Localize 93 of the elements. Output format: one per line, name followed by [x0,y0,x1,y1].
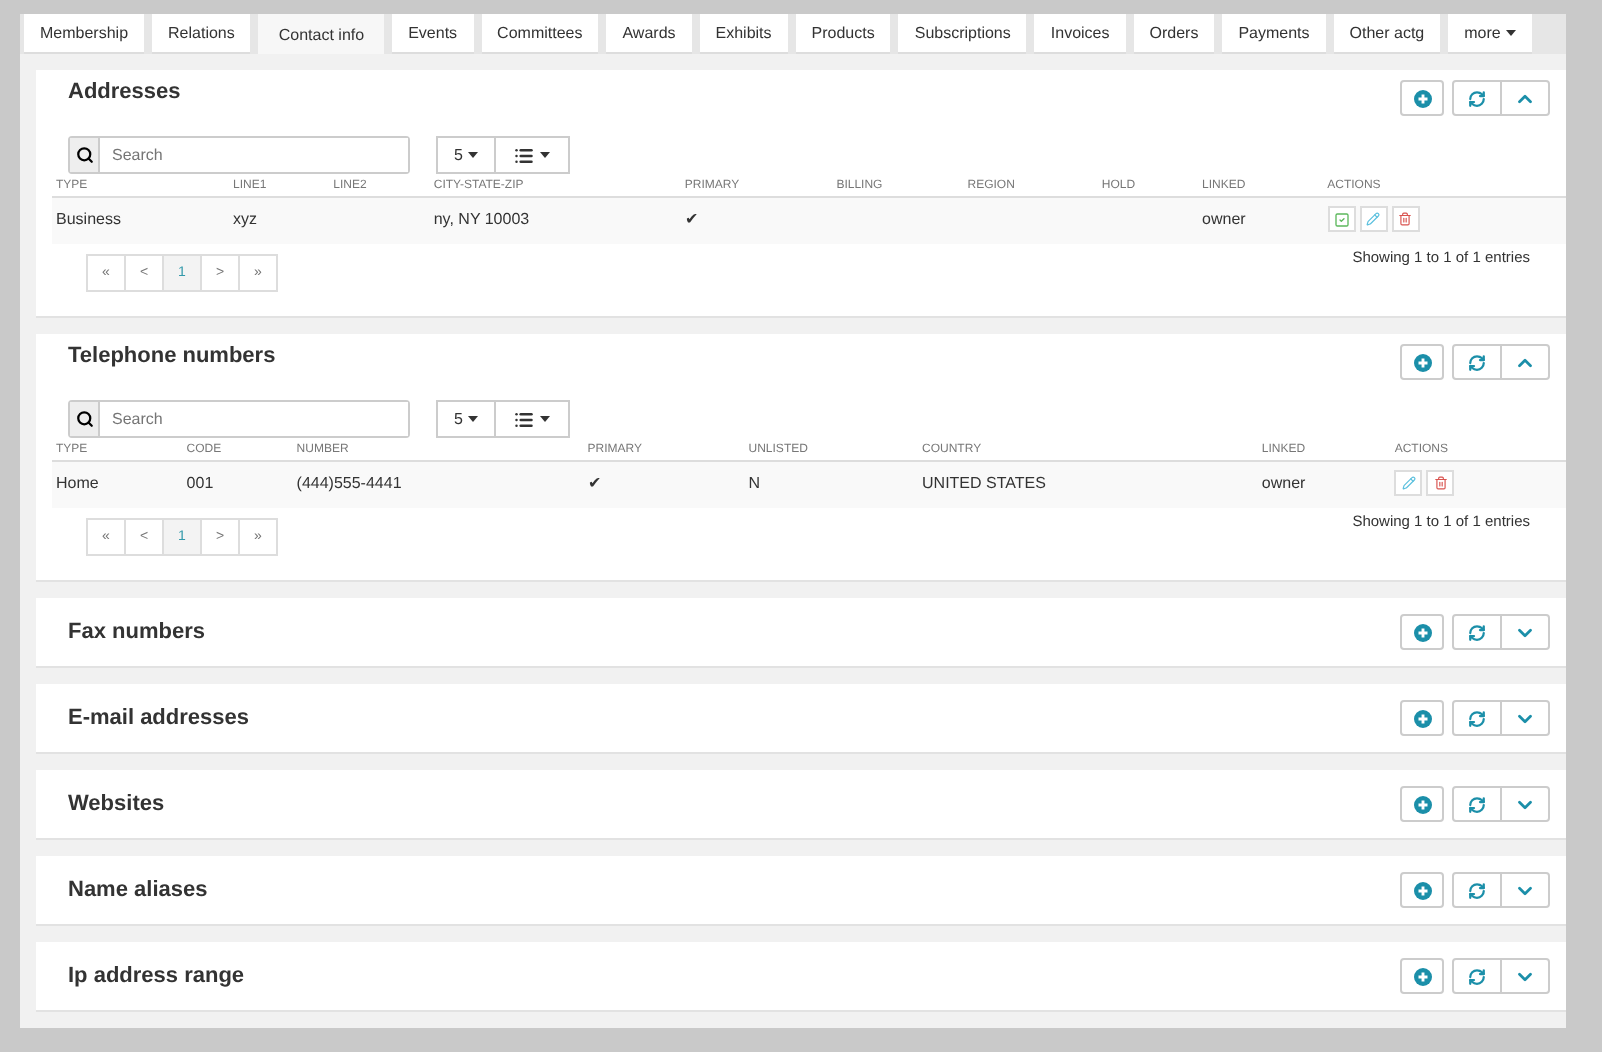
tab[interactable]: Products [795,14,891,54]
add-button[interactable] [1400,872,1444,908]
pencil-icon [1401,476,1416,490]
refresh-button[interactable] [1452,700,1502,736]
add-button[interactable] [1400,80,1444,116]
collapse-toggle[interactable] [1500,614,1550,650]
view-button[interactable] [1327,206,1356,232]
add-icon [1413,89,1431,107]
tab[interactable]: Membership [24,14,145,54]
refresh-button[interactable] [1452,614,1502,650]
table-cell: owner [1261,474,1306,492]
columns-dropdown[interactable] [494,400,571,438]
refresh-icon [1468,353,1486,371]
refresh-button[interactable] [1452,872,1502,908]
panel-title: Addresses [68,80,181,104]
refresh-icon [1468,795,1486,813]
add-button[interactable] [1400,700,1444,736]
collapse-toggle[interactable] [1500,958,1550,994]
page-size-dropdown[interactable]: 5 [436,136,497,174]
panel-title: Ip address range [68,964,245,988]
checkbox-icon [1333,211,1350,227]
table-cell: ✔ [587,474,602,492]
collapse-toggle[interactable] [1500,344,1550,380]
tab[interactable]: Exhibits [699,14,788,54]
trash-icon [1433,476,1448,490]
refresh-button[interactable] [1452,958,1502,994]
caret-icon [468,152,479,158]
panel-title: Name aliases [68,878,208,902]
refresh-icon [1468,967,1486,985]
tab[interactable]: Committees [481,14,599,54]
table-cell: xyz [232,210,257,228]
edit-button[interactable] [1359,206,1388,232]
add-icon [1413,795,1431,813]
table-cell: owner [1202,210,1246,228]
add-icon [1413,353,1431,371]
table-cell: Home [56,474,99,492]
add-icon [1413,623,1431,641]
refresh-icon [1468,89,1486,107]
delete-button[interactable] [1391,206,1420,232]
add-icon [1413,709,1431,727]
table-cell: 001 [186,474,214,492]
tab[interactable]: Payments [1222,14,1326,54]
trash-icon [1398,212,1413,226]
search-icon [75,146,93,164]
tab[interactable]: more [1448,14,1533,54]
table-cell: UNITED STATES [922,474,1046,492]
table-cell: ny, NY 10003 [433,210,530,228]
tab[interactable]: Relations [152,14,251,54]
panel-title: Telephone numbers [68,344,276,368]
refresh-icon [1468,709,1486,727]
pencil-icon [1366,212,1381,226]
refresh-button[interactable] [1452,80,1502,116]
panel-title: Fax numbers [68,620,205,644]
caret-icon [1506,30,1517,36]
tab[interactable]: Subscriptions [898,14,1027,54]
caret-icon [540,152,551,158]
panel-title: Websites [68,792,165,816]
add-icon [1413,967,1431,985]
caret-icon [468,416,479,422]
add-button[interactable] [1400,344,1444,380]
tab[interactable]: Contact info [258,14,385,54]
add-icon [1413,881,1431,899]
tab[interactable]: Orders [1133,14,1215,54]
table-cell: ✔ [684,210,699,228]
table-cell: N [748,474,761,492]
collapse-toggle[interactable] [1500,80,1550,116]
tab[interactable]: Events [392,14,474,54]
refresh-icon [1468,623,1486,641]
refresh-button[interactable] [1452,786,1502,822]
collapse-toggle[interactable] [1500,700,1550,736]
add-button[interactable] [1400,786,1444,822]
add-button[interactable] [1400,614,1444,650]
list-icon [514,145,535,165]
panel-title: E-mail addresses [68,706,249,730]
list-icon [514,409,535,429]
add-button[interactable] [1400,958,1444,994]
search-field[interactable]: Search [68,400,410,438]
edit-button[interactable] [1394,470,1423,496]
tab[interactable]: Awards [606,14,692,54]
refresh-icon [1468,881,1486,899]
tab[interactable]: Invoices [1034,14,1126,54]
table-cell: Business [56,210,121,228]
refresh-button[interactable] [1452,344,1502,380]
columns-dropdown[interactable] [494,136,571,174]
tab[interactable]: Other actg [1333,14,1441,54]
search-icon [75,410,93,428]
delete-button[interactable] [1426,470,1455,496]
page-size-dropdown[interactable]: 5 [436,400,497,438]
table-cell: (444)555-4441 [296,474,402,492]
caret-icon [540,416,551,422]
collapse-toggle[interactable] [1500,872,1550,908]
collapse-toggle[interactable] [1500,786,1550,822]
search-field[interactable]: Search [68,136,410,174]
